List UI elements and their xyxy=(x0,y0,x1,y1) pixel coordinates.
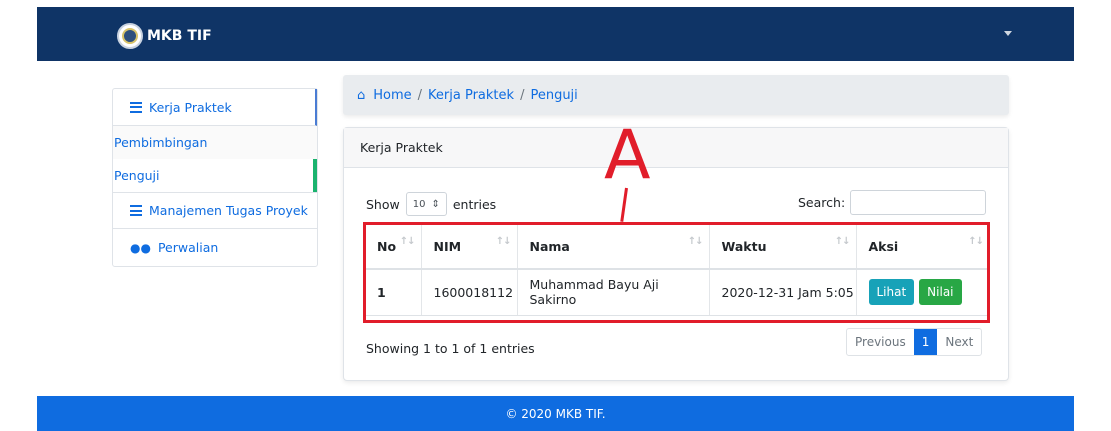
brand-title: MKB TIF xyxy=(147,28,212,44)
footer-copyright: © 2020 MKB TIF. xyxy=(505,406,606,421)
sidebar-item-label: Pembimbingan xyxy=(114,135,208,150)
breadcrumb-home[interactable]: Home xyxy=(373,88,411,103)
sidebar-item-label: Perwalian xyxy=(157,240,219,255)
entries-label: entries xyxy=(452,196,497,212)
sidebar-item-manajemen-tugas-proyek[interactable]: Manajemen Tugas Proyek xyxy=(113,192,317,229)
sidebar-item-pembimbingan[interactable]: Pembimbingan xyxy=(113,126,317,159)
university-logo xyxy=(117,23,143,49)
card-title: Kerja Praktek xyxy=(344,128,1008,168)
breadcrumb-kerja-praktek[interactable]: Kerja Praktek xyxy=(428,88,514,103)
pagination-previous[interactable]: Previous xyxy=(847,329,914,355)
breadcrumb-penguji[interactable]: Penguji xyxy=(530,88,577,103)
breadcrumb-separator: / xyxy=(520,87,525,103)
search-label: Search: xyxy=(798,195,846,210)
sidebar-item-label: Penguji xyxy=(114,168,160,183)
annotation-letter: A xyxy=(604,116,651,195)
entries-select-value: 10 xyxy=(412,198,426,210)
sidebar: Kerja Praktek Pembimbingan Penguji Manaj… xyxy=(112,88,318,267)
footer: © 2020 MKB TIF. xyxy=(37,396,1074,431)
tasks-icon xyxy=(130,205,142,216)
sidebar-item-label: Kerja Praktek xyxy=(149,99,232,115)
brand-link[interactable]: MKB TIF xyxy=(117,23,212,49)
search-input[interactable] xyxy=(850,190,987,215)
pagination: Previous 1 Next xyxy=(846,328,983,356)
table-info: Showing 1 to 1 of 1 entries xyxy=(366,341,535,356)
entries-length-control: Show 10 ⇕ entries xyxy=(366,192,496,216)
top-navbar: MKB TIF xyxy=(37,7,1074,61)
entries-select[interactable]: 10 ⇕ xyxy=(405,192,447,216)
breadcrumb-separator: / xyxy=(417,87,423,103)
user-dropdown-caret-icon[interactable] xyxy=(1004,31,1012,36)
home-icon[interactable]: ⌂ xyxy=(357,88,365,103)
pagination-page-1[interactable]: 1 xyxy=(913,329,938,355)
pagination-next[interactable]: Next xyxy=(937,329,981,355)
sidebar-item-perwalian[interactable]: ●● Perwalian xyxy=(113,229,317,266)
table-search: Search: xyxy=(798,190,987,215)
sidebar-item-kerja-praktek[interactable]: Kerja Praktek xyxy=(113,89,317,126)
users-icon: ●● xyxy=(130,240,151,255)
sidebar-item-label: Manajemen Tugas Proyek xyxy=(149,203,308,218)
show-label: Show xyxy=(366,196,400,212)
annotation-highlight-box xyxy=(363,222,990,323)
tasks-icon xyxy=(130,101,142,113)
sidebar-item-penguji[interactable]: Penguji xyxy=(113,159,317,192)
breadcrumb: ⌂ Home / Kerja Praktek / Penguji xyxy=(343,75,1009,115)
select-arrows-icon: ⇕ xyxy=(431,198,440,210)
